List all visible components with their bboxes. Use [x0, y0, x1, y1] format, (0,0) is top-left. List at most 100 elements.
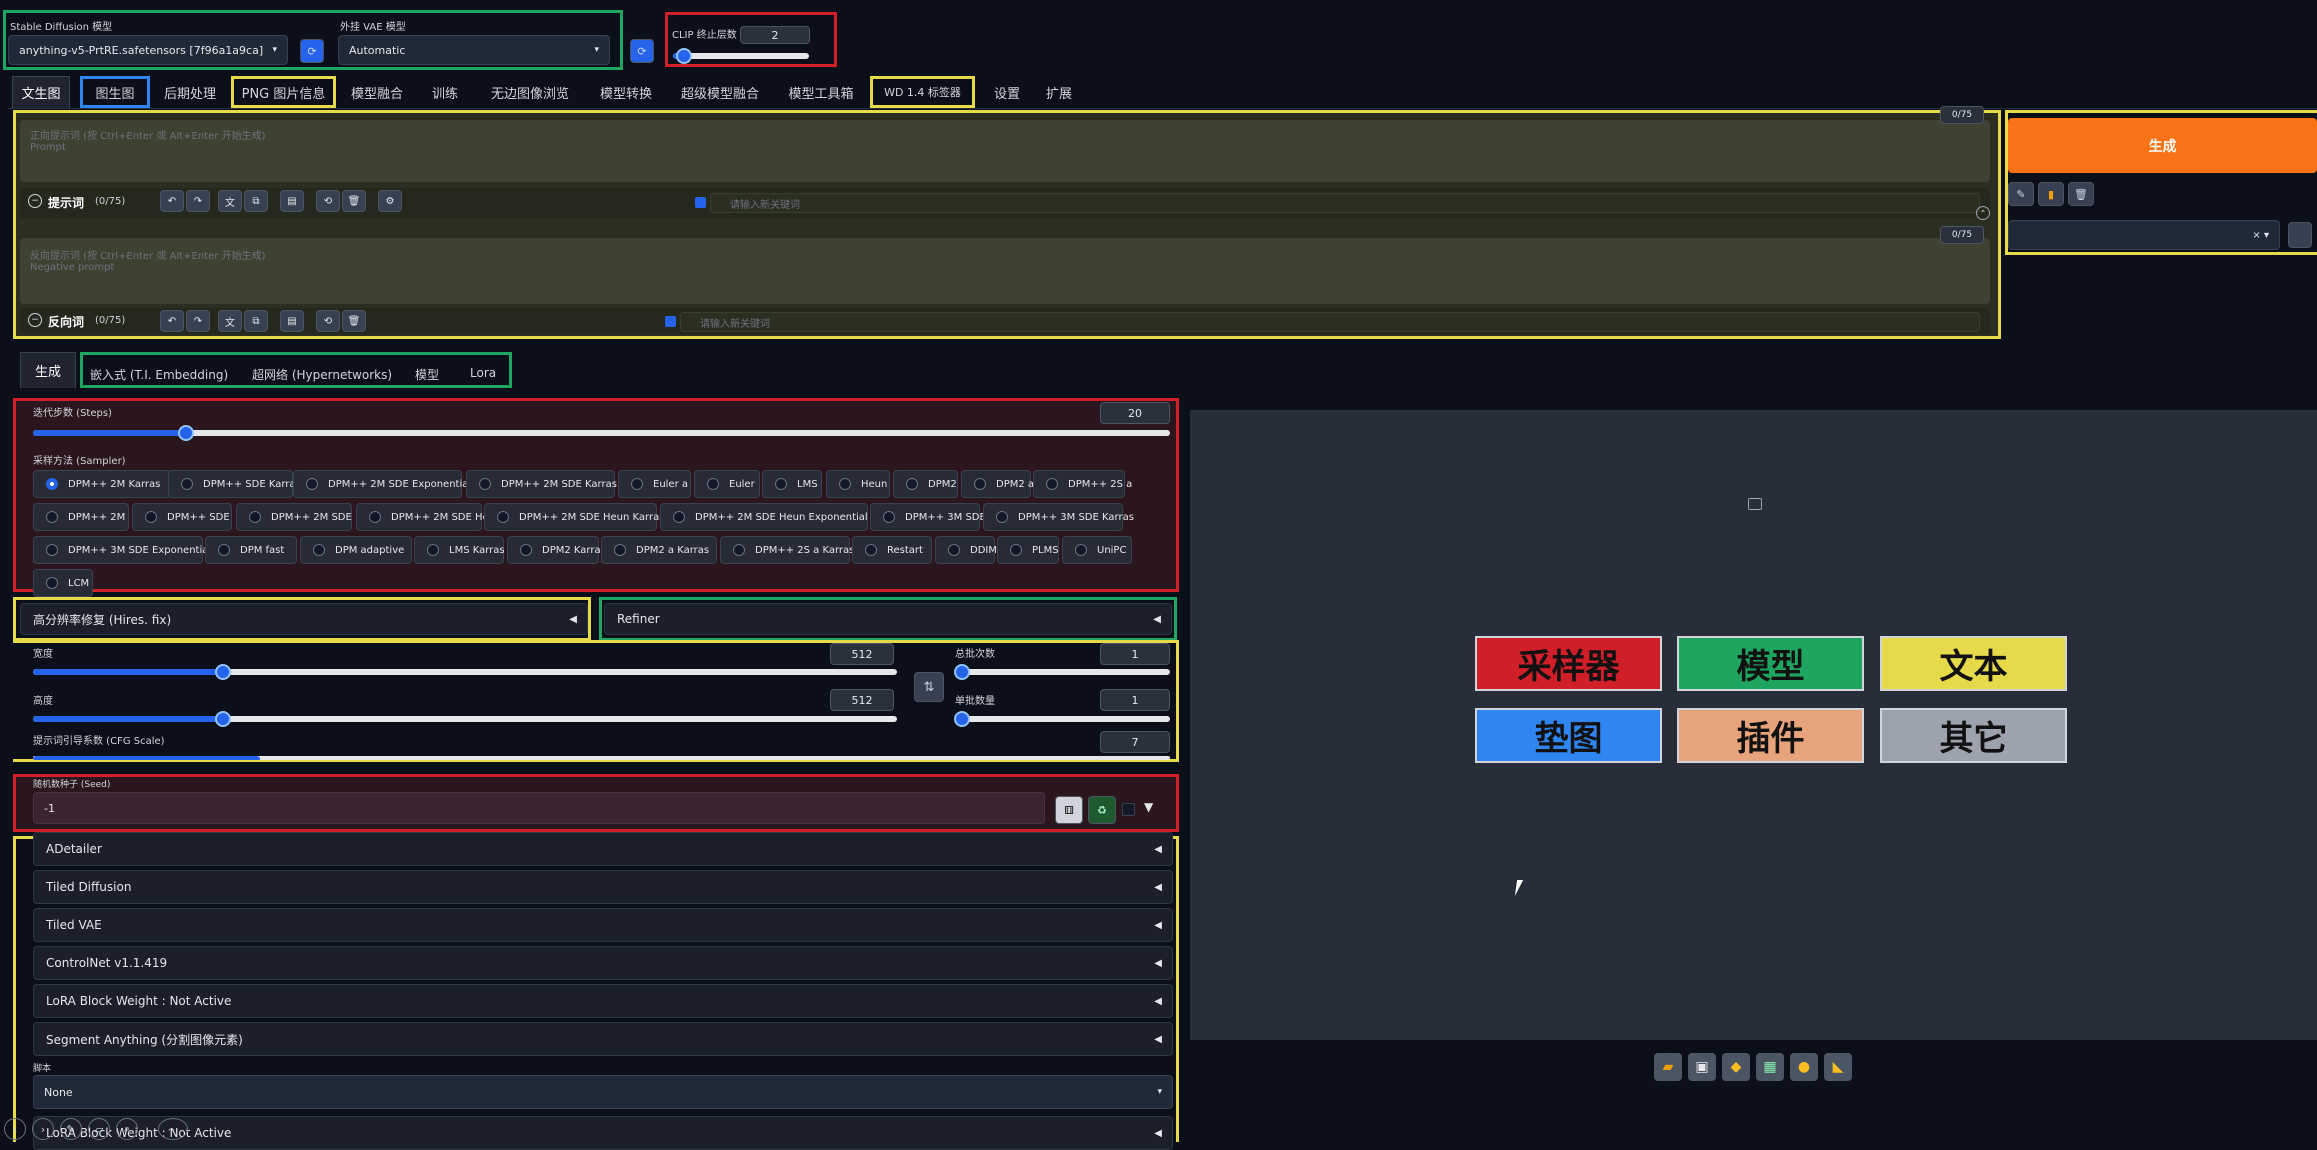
- tab-model-toolkit[interactable]: 模型工具箱: [778, 76, 864, 108]
- redo-icon[interactable]: ↷: [186, 190, 210, 212]
- tab-wd-tagger[interactable]: WD 1.4 标签器: [870, 76, 975, 108]
- highlight-tool-icon[interactable]: ▱: [88, 1118, 110, 1140]
- refiner-accordion[interactable]: Refiner ◀: [604, 603, 1172, 635]
- collapse-icon[interactable]: −: [28, 313, 42, 327]
- hires-fix-accordion[interactable]: 高分辨率修复 (Hires. fix) ◀: [20, 603, 588, 635]
- translate-icon[interactable]: 文: [218, 190, 242, 212]
- settings-gear-icon[interactable]: ⚙: [378, 190, 402, 212]
- clear-icon[interactable]: × ▾: [2252, 230, 2269, 241]
- sampler-option[interactable]: Euler: [694, 470, 760, 498]
- translate-icon[interactable]: 文: [218, 310, 242, 332]
- collapse-icon[interactable]: −: [28, 194, 42, 208]
- clip-slider-handle[interactable]: [675, 48, 692, 64]
- pen-tool-icon[interactable]: ✎: [60, 1118, 82, 1140]
- sampler-option[interactable]: DPM++ 2M SDE Heun: [356, 503, 501, 531]
- recycle-icon[interactable]: ♻: [1088, 796, 1116, 824]
- sampler-option[interactable]: DPM2 Karras: [507, 536, 606, 564]
- sampler-option[interactable]: DPM++ 2S a Karras: [720, 536, 854, 564]
- sampler-option[interactable]: DPM++ 2M Karras: [33, 470, 171, 498]
- cfg-input[interactable]: 7: [1100, 731, 1170, 753]
- tab-train[interactable]: 训练: [420, 76, 470, 108]
- sampler-option[interactable]: DPM++ 3M SDE Karras: [983, 503, 1134, 531]
- sampler-option[interactable]: DPM++ SDE: [132, 503, 232, 531]
- paste-icon[interactable]: ▤: [280, 190, 304, 212]
- height-slider[interactable]: [33, 711, 897, 727]
- steps-slider[interactable]: [33, 425, 1170, 441]
- sampler-option[interactable]: DPM++ 2M: [33, 503, 129, 531]
- copy-icon[interactable]: ⧉: [244, 190, 268, 212]
- history-icon[interactable]: ⟲: [316, 190, 340, 212]
- extension-accordion[interactable]: Tiled VAE ◀: [33, 908, 1173, 942]
- expand-triangle-icon[interactable]: ▼: [1144, 800, 1153, 814]
- refresh-model-button[interactable]: ⟳: [300, 39, 324, 63]
- batch-count-slider[interactable]: [954, 664, 1170, 680]
- undo-icon[interactable]: ↶: [160, 310, 184, 332]
- zoom-icon[interactable]: ⌕: [116, 1118, 138, 1140]
- sampler-option[interactable]: PLMS: [997, 536, 1059, 564]
- batch-size-handle[interactable]: [954, 711, 970, 727]
- tab-super-merge[interactable]: 超级模型融合: [670, 76, 770, 108]
- batch-count-handle[interactable]: [954, 664, 970, 680]
- sampler-option[interactable]: DPM++ 2M SDE Heun Karras: [484, 503, 664, 531]
- tab-txt2img[interactable]: 文生图: [12, 76, 70, 108]
- extension-accordion[interactable]: ADetailer ◀: [33, 832, 1173, 866]
- width-input[interactable]: 512: [830, 643, 894, 665]
- tab-png-info[interactable]: PNG 图片信息: [231, 76, 336, 108]
- batch-size-input[interactable]: 1: [1100, 689, 1170, 711]
- pencil-icon[interactable]: ✎: [2008, 182, 2034, 206]
- seed-input[interactable]: -1: [33, 792, 1045, 824]
- width-slider-handle[interactable]: [215, 664, 232, 680]
- apply-style-button[interactable]: [2288, 222, 2312, 248]
- open-folder-icon[interactable]: ▰: [1654, 1053, 1682, 1081]
- subtab-active[interactable]: 生成: [20, 352, 76, 388]
- paste-icon[interactable]: ▤: [280, 310, 304, 332]
- sampler-option[interactable]: DPM++ SDE Karras: [168, 470, 301, 498]
- extension-accordion[interactable]: ControlNet v1.1.419 ◀: [33, 946, 1173, 980]
- tab-merge[interactable]: 模型融合: [342, 76, 412, 108]
- tab-extensions[interactable]: 扩展: [1036, 76, 1082, 108]
- model-select[interactable]: anything-v5-PrtRE.safetensors [7f96a1a9c…: [8, 35, 288, 65]
- sampler-option[interactable]: Euler a: [618, 470, 691, 498]
- extension-accordion[interactable]: Segment Anything (分割图像元素) ◀: [33, 1022, 1173, 1056]
- sampler-option[interactable]: DPM++ 2M SDE Heun Exponential: [660, 503, 868, 531]
- send-to-img2img-icon[interactable]: ▦: [1756, 1053, 1784, 1081]
- subtab-checkpoints[interactable]: 模型: [415, 366, 439, 383]
- height-input[interactable]: 512: [830, 689, 894, 711]
- delete-icon[interactable]: 🗑: [342, 190, 366, 212]
- batch-count-input[interactable]: 1: [1100, 643, 1170, 665]
- sampler-option[interactable]: DPM++ 2M SDE: [236, 503, 352, 531]
- extension-accordion[interactable]: LoRA Block Weight : Not Active ◀: [33, 984, 1173, 1018]
- clip-slider[interactable]: [673, 48, 809, 64]
- negative-keyword-input[interactable]: [680, 312, 1980, 332]
- generate-button[interactable]: 生成: [2008, 118, 2317, 173]
- subtab-lora[interactable]: Lora: [470, 366, 496, 380]
- zip-icon[interactable]: ◆: [1722, 1053, 1750, 1081]
- sampler-option[interactable]: Restart: [852, 536, 932, 564]
- sampler-option[interactable]: DPM fast: [205, 536, 297, 564]
- swap-dimensions-icon[interactable]: ⇅: [914, 672, 944, 702]
- sampler-option[interactable]: DDIM: [935, 536, 997, 564]
- height-slider-handle[interactable]: [215, 711, 232, 727]
- cfg-slider[interactable]: [33, 756, 1170, 760]
- copy-icon[interactable]: ⧉: [244, 310, 268, 332]
- tab-image-browser[interactable]: 无边图像浏览: [478, 76, 582, 108]
- batch-size-slider[interactable]: [954, 711, 1170, 727]
- tab-settings[interactable]: 设置: [984, 76, 1030, 108]
- scroll-up-icon[interactable]: ⌃: [1976, 206, 1990, 220]
- script-select[interactable]: None ▾: [33, 1075, 1173, 1109]
- more-options-icon[interactable]: ⋯: [158, 1118, 188, 1140]
- subtab-embedding[interactable]: 嵌入式 (T.I. Embedding): [90, 366, 228, 383]
- tab-extras[interactable]: 后期处理: [155, 76, 225, 108]
- save-icon[interactable]: ▣: [1688, 1053, 1716, 1081]
- delete-icon[interactable]: 🗑: [342, 310, 366, 332]
- vae-select[interactable]: Automatic ▾: [338, 35, 610, 65]
- sampler-option[interactable]: DPM++ 2M SDE Exponential: [293, 470, 471, 498]
- send-to-inpaint-icon[interactable]: ●: [1790, 1053, 1818, 1081]
- undo-icon[interactable]: ↶: [160, 190, 184, 212]
- redo-icon[interactable]: ↷: [186, 310, 210, 332]
- nav-prev-icon[interactable]: ‹: [4, 1118, 26, 1140]
- positive-keyword-input[interactable]: [710, 193, 1980, 213]
- sampler-option[interactable]: LMS Karras: [414, 536, 505, 564]
- history-icon[interactable]: ⟲: [316, 310, 340, 332]
- positive-keyword-checkbox[interactable]: [695, 197, 706, 208]
